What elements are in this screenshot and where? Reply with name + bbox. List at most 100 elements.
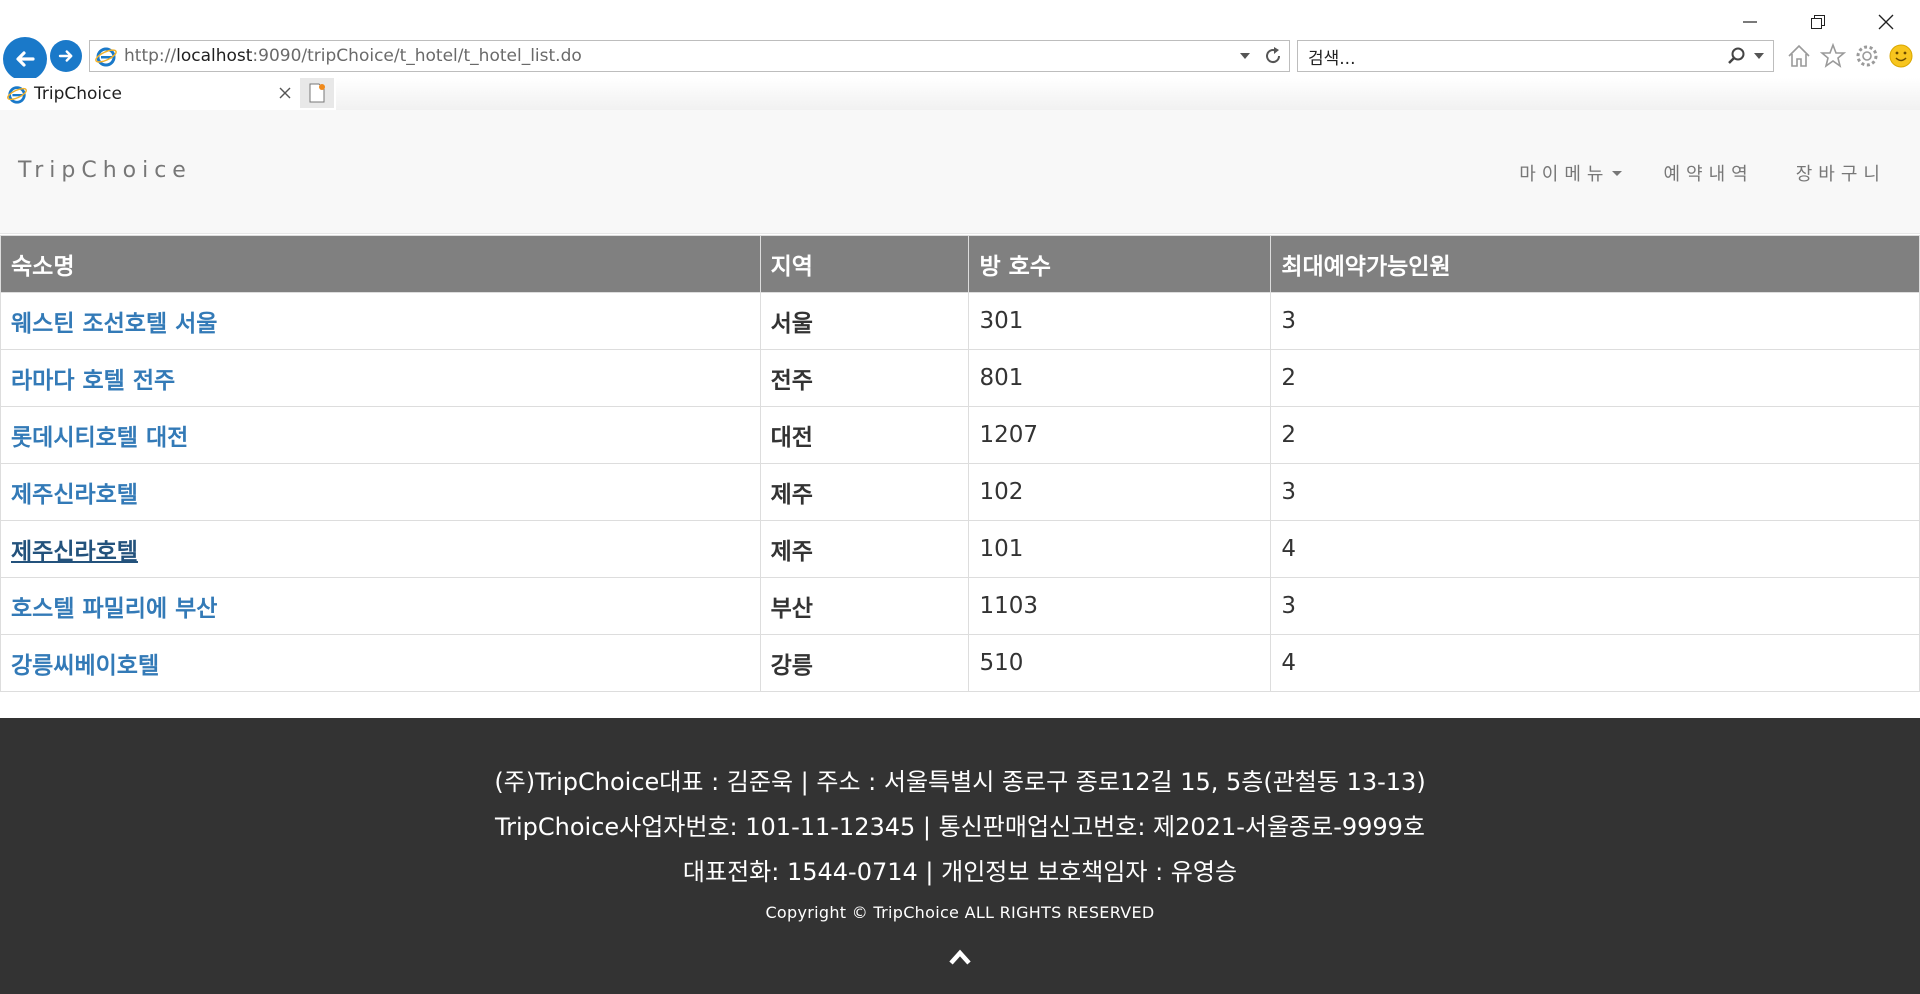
room-cell: 102 <box>968 463 1272 521</box>
table-row: 강릉씨베이호텔 강릉 510 4 <box>0 634 1920 692</box>
hotel-name-cell: 강릉씨베이호텔 <box>0 634 761 692</box>
chevron-up-icon[interactable] <box>948 948 972 966</box>
close-icon <box>1878 14 1894 30</box>
region-cell: 대전 <box>759 406 970 464</box>
ie-logo-icon <box>95 47 117 67</box>
arrow-right-icon <box>58 50 73 62</box>
region-cell: 전주 <box>759 349 970 407</box>
hotel-name-link[interactable]: 웨스틴 조선호텔 서울 <box>11 311 217 337</box>
company-info: (주)TripChoice대표 : 김준욱 | 주소 : 서울특별시 종로구 종… <box>494 768 1426 796</box>
region-cell: 제주 <box>759 463 970 521</box>
room-cell: 801 <box>968 349 1272 407</box>
forward-button[interactable] <box>50 40 82 72</box>
hotel-name-cell: 호스텔 파밀리에 부산 <box>0 577 761 635</box>
table-row: 라마다 호텔 전주 전주 801 2 <box>0 349 1920 407</box>
close-tab-icon[interactable] <box>276 84 294 102</box>
table-row: 롯데시티호텔 대전 대전 1207 2 <box>0 406 1920 464</box>
restore-button[interactable] <box>1784 0 1852 44</box>
settings-button[interactable] <box>1853 42 1881 70</box>
hotel-name-cell: 라마다 호텔 전주 <box>0 349 761 407</box>
max-guests-cell: 4 <box>1270 634 1920 692</box>
toolbar-icons <box>1785 42 1915 70</box>
search-placeholder: 검색... <box>1308 48 1356 69</box>
favorites-button[interactable] <box>1819 42 1847 70</box>
nav-my-menu[interactable]: 마이메뉴 <box>1519 160 1622 186</box>
table-row: 제주신라호텔 제주 101 4 <box>0 520 1920 578</box>
search-box[interactable]: 검색... <box>1297 40 1774 72</box>
star-icon <box>1820 43 1846 68</box>
caret-down-icon <box>1611 170 1622 176</box>
hotel-name-cell: 제주신라호텔 <box>0 520 761 578</box>
new-tab-button[interactable] <box>300 78 334 108</box>
ie-logo-icon <box>7 86 27 104</box>
table-header-row: 숙소명 지역 방 호수 최대예약가능인원 <box>0 235 1920 293</box>
nav-cart[interactable]: 장바구니 <box>1796 160 1886 186</box>
max-guests-cell: 2 <box>1270 349 1920 407</box>
max-guests-cell: 3 <box>1270 577 1920 635</box>
column-header-name: 숙소명 <box>0 235 761 293</box>
site-footer: (주)TripChoice대표 : 김준욱 | 주소 : 서울특별시 종로구 종… <box>0 718 1920 994</box>
room-cell: 1103 <box>968 577 1272 635</box>
tab-title: TripChoice <box>34 84 122 104</box>
column-header-max-guests: 최대예약가능인원 <box>1270 235 1920 293</box>
room-cell: 510 <box>968 634 1272 692</box>
hotel-name-cell: 제주신라호텔 <box>0 463 761 521</box>
url-text: http://localhost:9090/tripChoice/t_hotel… <box>124 46 582 66</box>
tabstrip <box>336 78 1920 110</box>
table-row: 웨스틴 조선호텔 서울 서울 301 3 <box>0 292 1920 350</box>
hotel-name-link[interactable]: 라마다 호텔 전주 <box>11 368 175 394</box>
room-cell: 1207 <box>968 406 1272 464</box>
table-row: 호스텔 파밀리에 부산 부산 1103 3 <box>0 577 1920 635</box>
arrow-left-icon <box>16 51 35 67</box>
main-nav: 마이메뉴 예약내역 장바구니 <box>1519 160 1886 186</box>
hotel-name-link[interactable]: 제주신라호텔 <box>11 482 138 508</box>
hotel-name-link[interactable]: 롯데시티호텔 대전 <box>11 425 188 451</box>
browser-chrome: http://localhost:9090/tripChoice/t_hotel… <box>0 0 1920 110</box>
gear-icon <box>1856 45 1878 67</box>
column-header-region: 지역 <box>759 235 970 293</box>
home-icon <box>1788 44 1810 67</box>
max-guests-cell: 4 <box>1270 520 1920 578</box>
search-dropdown-icon[interactable] <box>1753 52 1765 60</box>
region-cell: 서울 <box>759 292 970 350</box>
max-guests-cell: 2 <box>1270 406 1920 464</box>
address-bar[interactable]: http://localhost:9090/tripChoice/t_hotel… <box>89 40 1290 72</box>
search-icon[interactable] <box>1727 46 1747 66</box>
smiley-icon <box>1889 44 1913 68</box>
hotel-name-link[interactable]: 강릉씨베이호텔 <box>11 653 159 679</box>
hotel-list-table: 숙소명 지역 방 호수 최대예약가능인원 웨스틴 조선호텔 서울 서울 301 … <box>0 235 1920 692</box>
hotel-name-cell: 롯데시티호텔 대전 <box>0 406 761 464</box>
table-row: 제주신라호텔 제주 102 3 <box>0 463 1920 521</box>
minimize-button[interactable] <box>1716 0 1784 44</box>
dropdown-arrow-icon[interactable] <box>1239 52 1251 60</box>
max-guests-cell: 3 <box>1270 463 1920 521</box>
window-controls <box>1716 0 1920 44</box>
room-cell: 301 <box>968 292 1272 350</box>
close-window-button[interactable] <box>1852 0 1920 44</box>
back-button[interactable] <box>3 37 47 81</box>
nav-cart-label: 장바구니 <box>1795 164 1886 185</box>
hotel-name-link[interactable]: 호스텔 파밀리에 부산 <box>11 596 217 622</box>
minimize-icon <box>1743 21 1757 23</box>
brand-logo[interactable]: TripChoice <box>18 158 192 183</box>
hotel-name-link[interactable]: 제주신라호텔 <box>11 539 138 565</box>
max-guests-cell: 3 <box>1270 292 1920 350</box>
region-cell: 강릉 <box>759 634 970 692</box>
column-header-room: 방 호수 <box>968 235 1272 293</box>
feedback-button[interactable] <box>1887 42 1915 70</box>
copyright-text: Copyright © TripChoice ALL RIGHTS RESERV… <box>765 903 1155 922</box>
refresh-icon[interactable] <box>1263 46 1283 66</box>
contact-info: 대표전화: 1544-0714 | 개인정보 보호책임자 : 유영승 <box>682 858 1238 886</box>
new-tab-icon <box>309 83 325 103</box>
site-navbar: TripChoice 마이메뉴 예약내역 장바구니 <box>0 110 1920 234</box>
region-cell: 제주 <box>759 520 970 578</box>
nav-reservations-label: 예약내역 <box>1663 164 1754 185</box>
region-cell: 부산 <box>759 577 970 635</box>
restore-icon <box>1811 15 1825 29</box>
business-registration: TripChoice사업자번호: 101-11-12345 | 통신판매업신고번… <box>494 813 1426 841</box>
home-button[interactable] <box>1785 42 1813 70</box>
browser-tab[interactable]: TripChoice <box>2 78 298 110</box>
nav-reservations[interactable]: 예약내역 <box>1664 160 1754 186</box>
nav-my-menu-label: 마이메뉴 <box>1519 164 1610 185</box>
hotel-name-cell: 웨스틴 조선호텔 서울 <box>0 292 761 350</box>
